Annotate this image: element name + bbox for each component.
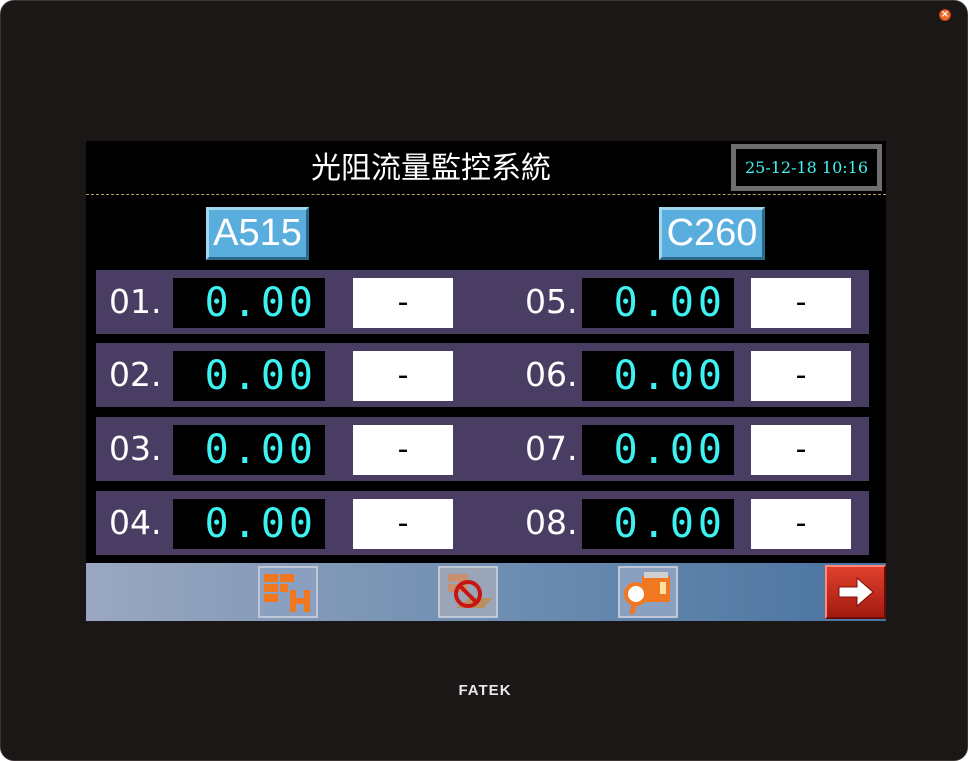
status-button[interactable]: - xyxy=(751,278,851,328)
status-button[interactable]: - xyxy=(353,351,453,401)
channel-label: 02. xyxy=(109,355,162,394)
flow-value: 0.00 xyxy=(204,280,317,326)
flow-value: 0.00 xyxy=(204,501,317,547)
no-entry-icon xyxy=(448,574,492,608)
flow-value-display: 0.00 xyxy=(173,499,325,549)
group-c260-button[interactable]: C260 xyxy=(659,207,765,260)
flow-value: 0.00 xyxy=(204,353,317,399)
channel-label: 03. xyxy=(109,429,162,468)
status-button[interactable]: - xyxy=(353,499,453,549)
channel-row: 02. 0.00 - 06. 0.00 - xyxy=(96,343,869,407)
status-button[interactable]: - xyxy=(751,425,851,475)
next-page-button[interactable] xyxy=(825,565,886,619)
flow-value-display: 0.00 xyxy=(173,351,325,401)
flow-value: 0.00 xyxy=(613,501,726,547)
title-divider xyxy=(86,194,886,195)
close-icon[interactable]: × xyxy=(939,9,951,21)
hmi-screen: 光阻流量監控系統 25-12-18 10:16 A515 C260 01. 0.… xyxy=(86,141,886,621)
status-button[interactable]: - xyxy=(751,499,851,549)
channel-label: 04. xyxy=(109,503,162,542)
channel-label: 06. xyxy=(525,355,578,394)
flow-value: 0.00 xyxy=(204,427,317,473)
channel-label: 05. xyxy=(525,282,578,321)
flow-value-display: 0.00 xyxy=(582,425,734,475)
flow-value-display: 0.00 xyxy=(582,351,734,401)
channel-label: 07. xyxy=(525,429,578,468)
flow-value-display: 0.00 xyxy=(582,499,734,549)
grid-h-icon xyxy=(264,574,310,612)
flow-value-display: 0.00 xyxy=(173,278,325,328)
page-title: 光阻流量監控系統 xyxy=(311,151,551,186)
grid-h-button[interactable] xyxy=(258,566,318,618)
channel-label: 01. xyxy=(109,282,162,321)
datetime-display: 25-12-18 10:16 xyxy=(731,144,882,191)
disabled-edit-button[interactable] xyxy=(438,566,498,618)
datetime-text: 25-12-18 10:16 xyxy=(744,158,869,177)
channel-row: 04. 0.00 - 08. 0.00 - xyxy=(96,491,869,555)
status-button[interactable]: - xyxy=(353,278,453,328)
bottom-toolbar xyxy=(86,563,886,621)
flow-value: 0.00 xyxy=(613,353,726,399)
arrow-right-icon xyxy=(838,576,874,608)
flow-value: 0.00 xyxy=(613,427,726,473)
status-button[interactable]: - xyxy=(751,351,851,401)
flow-value-display: 0.00 xyxy=(582,278,734,328)
brand-logo: FATEK xyxy=(458,682,512,699)
group-a515-button[interactable]: A515 xyxy=(206,207,309,260)
channel-label: 08. xyxy=(525,503,578,542)
device-bezel: × 光阻流量監控系統 25-12-18 10:16 A515 C260 01. … xyxy=(0,0,968,761)
status-button[interactable]: - xyxy=(353,425,453,475)
channel-row: 03. 0.00 - 07. 0.00 - xyxy=(96,417,869,481)
channel-row: 01. 0.00 - 05. 0.00 - xyxy=(96,270,869,334)
search-device-icon xyxy=(624,572,670,615)
flow-value: 0.00 xyxy=(613,280,726,326)
flow-value-display: 0.00 xyxy=(173,425,325,475)
search-device-button[interactable] xyxy=(618,566,678,618)
